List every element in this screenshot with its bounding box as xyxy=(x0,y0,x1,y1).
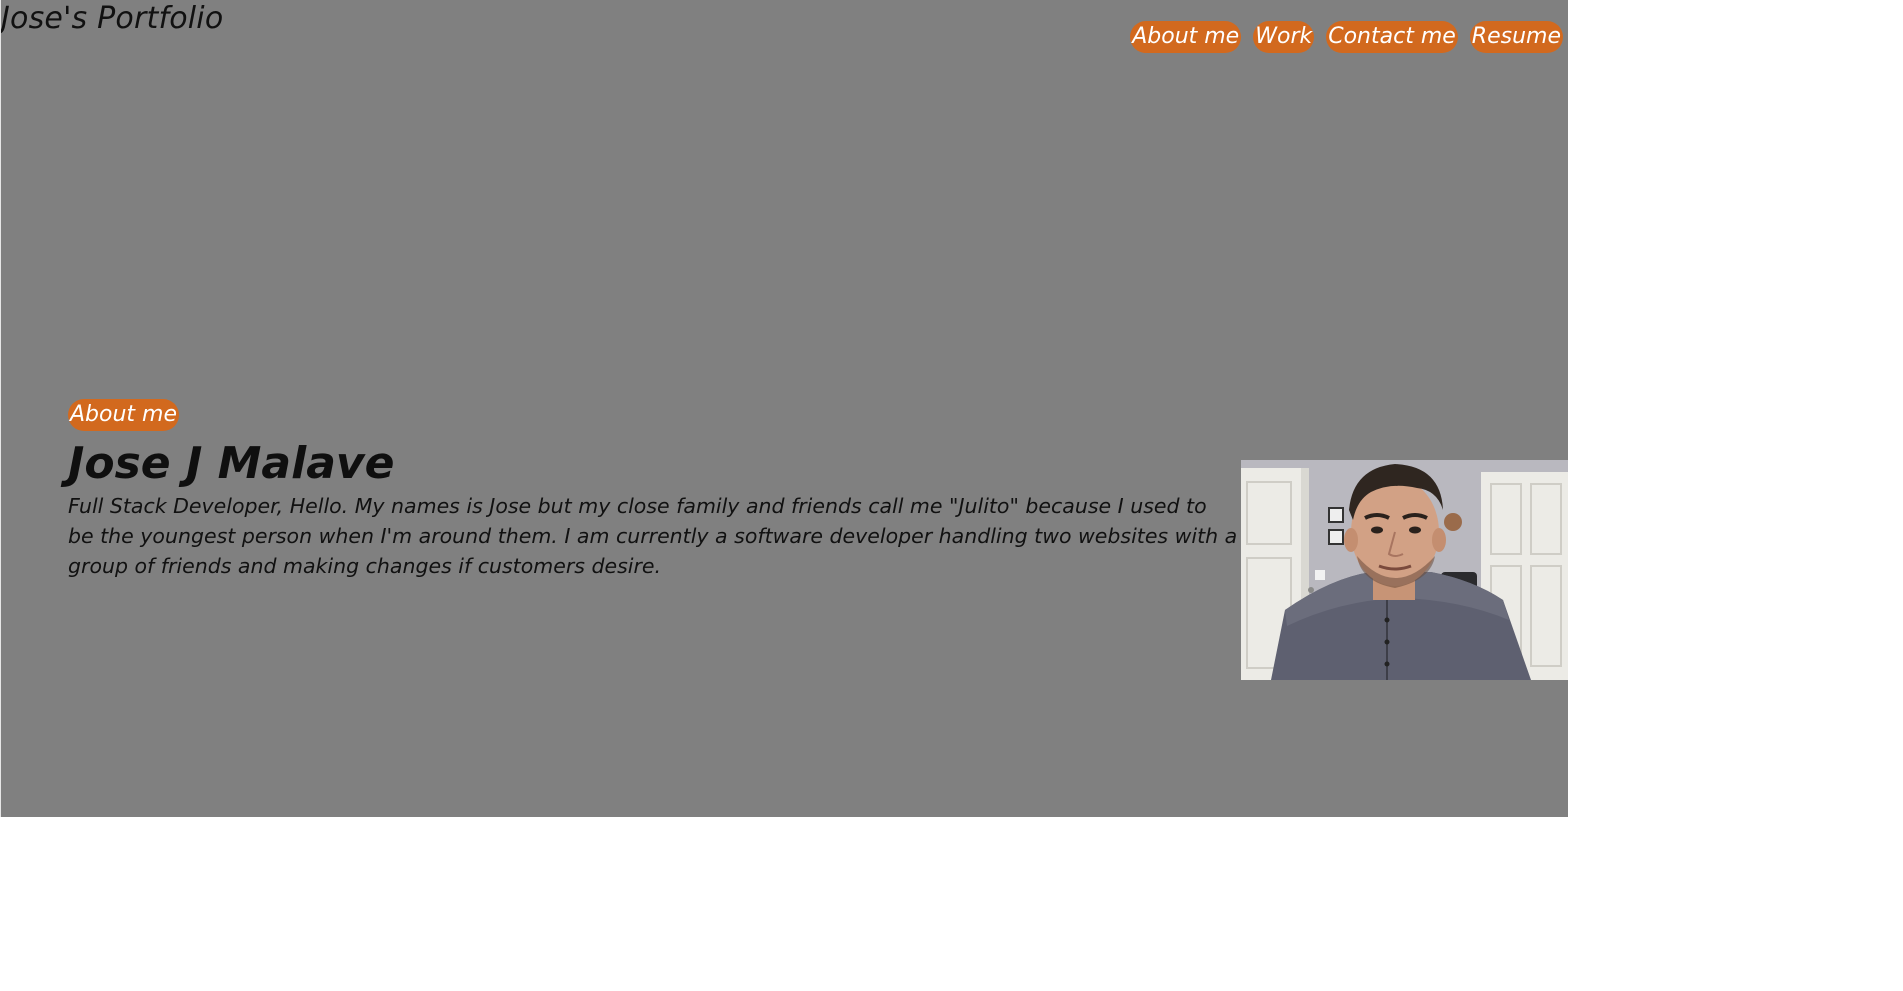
nav-work-link[interactable]: Work xyxy=(1253,21,1315,53)
page: Jose's Portfolio About me Work Contact m… xyxy=(0,0,1568,817)
about-section: About me Jose J Malave Full Stack Develo… xyxy=(68,399,1238,581)
profile-photo xyxy=(1241,460,1568,680)
about-me-badge: About me xyxy=(68,399,180,431)
main-nav: About me Work Contact me Resume xyxy=(1130,21,1563,53)
nav-resume-link[interactable]: Resume xyxy=(1469,21,1563,53)
bio-paragraph: Full Stack Developer, Hello. My names is… xyxy=(68,494,1238,578)
nav-contact-me-link[interactable]: Contact me xyxy=(1326,21,1458,53)
site-title[interactable]: Jose's Portfolio xyxy=(1,0,223,38)
profile-photo-image xyxy=(1241,460,1568,680)
nav-about-me-link[interactable]: About me xyxy=(1130,21,1242,53)
name-heading: Jose J Malave xyxy=(68,438,395,489)
